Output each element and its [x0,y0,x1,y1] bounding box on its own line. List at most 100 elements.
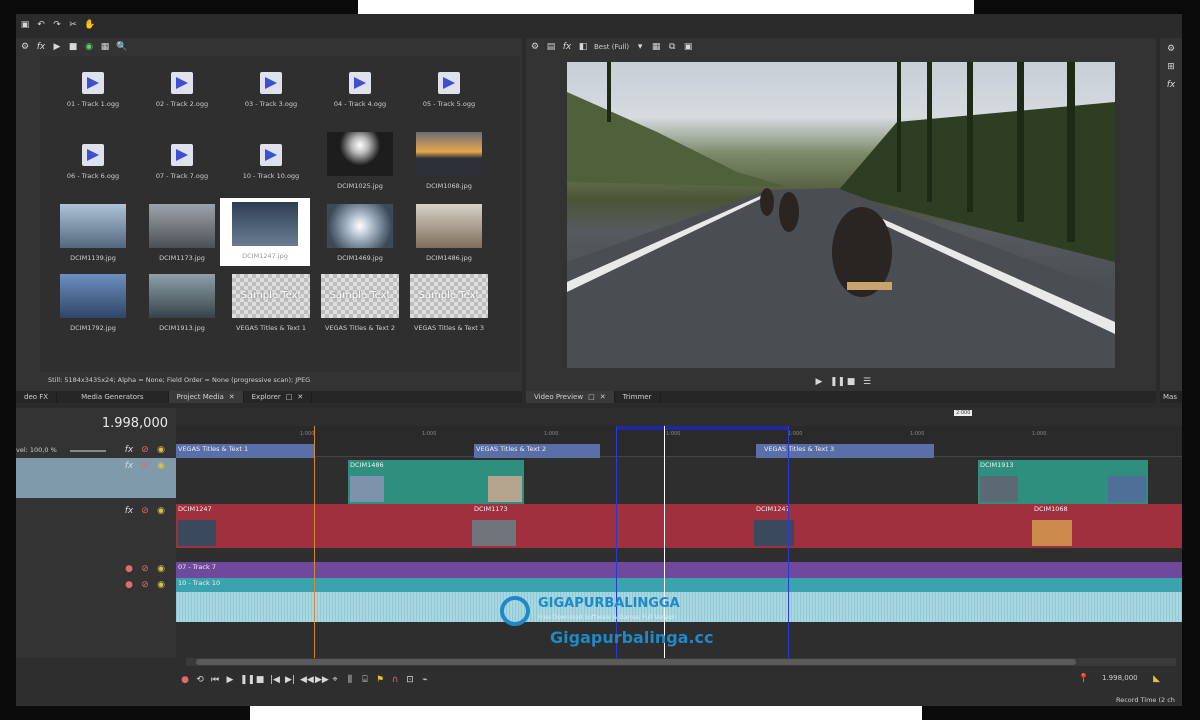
solo-icon[interactable]: ◉ [156,461,166,471]
title-clip[interactable]: VEGAS Titles & Text 2 [474,444,600,458]
grid-icon[interactable]: ▦ [651,42,661,52]
lock-icon[interactable]: ⊡ [405,675,415,685]
tab-explorer[interactable]: Explorer □ ✕ [244,391,313,403]
split-screen-icon[interactable]: ◧ [578,42,588,52]
trim-icon[interactable]: ⌸ [360,675,370,685]
video-clip[interactable]: DCIM1247 [176,504,472,548]
media-item[interactable]: Sample Text VEGAS Titles & Text 2 [315,274,405,332]
media-item[interactable]: 05 - Track 5.ogg [404,72,494,108]
media-item[interactable]: DCIM1486.jpg [404,204,494,262]
prev-frame-icon[interactable]: ◀◀ [300,675,314,685]
solo-icon[interactable]: ◉ [156,445,166,455]
next-frame-icon[interactable]: ▶▶ [315,675,329,685]
close-icon[interactable]: ✕ [600,391,606,403]
media-item[interactable]: Sample Text VEGAS Titles & Text 3 [404,274,494,332]
stop-icon[interactable]: ■ [68,42,78,52]
tab-media-generators[interactable]: Media Generators [57,391,169,403]
pause-icon[interactable]: ❚❚ [240,675,255,685]
media-item[interactable]: Sample Text VEGAS Titles & Text 1 [226,274,316,332]
fx-icon[interactable]: fx [124,445,134,455]
timeline-scrollbar[interactable] [186,658,1176,666]
snap-icon[interactable]: ∩ [390,675,400,685]
tab-master[interactable]: Mas [1160,391,1181,403]
media-item[interactable]: DCIM1913.jpg [137,274,227,332]
envelope-icon[interactable]: ⌁ [420,675,430,685]
play-icon[interactable]: ▶ [814,377,824,387]
settings-icon[interactable]: ⚙ [1166,44,1176,54]
undo-icon[interactable]: ↶ [36,20,46,30]
stop-icon[interactable]: ■ [255,675,265,685]
video-clip[interactable]: DCIM1913 [978,460,1148,504]
mute-icon[interactable]: ⊘ [140,461,150,471]
quality-select[interactable]: Best (Full) [594,43,629,51]
fx-icon[interactable]: fx [124,506,134,516]
audio-clip[interactable]: 07 - Track 7 [176,562,1182,578]
tab-video-fx[interactable]: deo FX [16,391,58,403]
media-item[interactable]: 01 - Track 1.ogg [48,72,138,108]
fx-icon[interactable]: fx [36,42,46,52]
media-item[interactable]: 03 - Track 3.ogg [226,72,316,108]
media-item[interactable]: DCIM1139.jpg [48,204,138,262]
solo-icon[interactable]: ◉ [156,580,166,590]
menu-icon[interactable]: ☰ [862,377,872,387]
play-icon[interactable]: ▶ [225,675,235,685]
mute-icon[interactable]: ⊘ [140,506,150,516]
media-item-selected[interactable]: DCIM1247.jpg [220,198,310,266]
media-item[interactable]: DCIM1792.jpg [48,274,138,332]
edit-tool-icon[interactable]: ⌖ [330,675,340,685]
tab-trimmer[interactable]: Trimmer [615,391,661,403]
mute-icon[interactable]: ⊘ [140,564,150,574]
media-item[interactable]: DCIM1469.jpg [315,204,405,262]
loop-icon[interactable]: ⟲ [195,675,205,685]
split-icon[interactable]: ⫼ [345,675,355,685]
audio-clip[interactable]: 10 - Track 10 [176,578,1182,592]
media-item[interactable]: 04 - Track 4.ogg [315,72,405,108]
close-icon[interactable]: ✕ [297,391,303,403]
mute-icon[interactable]: ⊘ [140,445,150,455]
dock-icon[interactable]: □ [286,391,293,403]
cut-icon[interactable]: ✂ [68,20,78,30]
media-item[interactable]: 02 - Track 2.ogg [137,72,227,108]
fx-icon[interactable]: fx [562,42,572,52]
media-item[interactable]: DCIM1025.jpg [315,132,405,190]
record-icon[interactable]: ● [180,675,190,685]
settings-icon[interactable]: ⚙ [530,42,540,52]
media-item[interactable]: 06 - Track 6.ogg [48,144,138,180]
fx-icon[interactable]: fx [124,461,134,471]
tab-video-preview[interactable]: Video Preview □ ✕ [526,391,615,403]
title-clip[interactable]: VEGAS Titles & Text 1 [176,444,314,458]
level-slider[interactable] [70,450,106,452]
paste-icon[interactable]: ✋ [84,20,95,30]
settings-icon[interactable]: ⚙ [20,42,30,52]
media-item[interactable]: DCIM1068.jpg [404,132,494,190]
loop-region[interactable] [616,426,788,430]
pause-icon[interactable]: ❚❚ [830,377,845,387]
go-to-end-icon[interactable]: ▶| [285,675,295,685]
resize-corner-icon[interactable]: ◣ [1152,674,1162,684]
save-icon[interactable]: ▣ [20,20,30,30]
fx-icon[interactable]: fx [1166,80,1176,90]
view-icon[interactable]: ▦ [100,42,110,52]
dock-icon[interactable]: □ [588,391,595,403]
play-from-start-icon[interactable]: ⏮ [210,675,220,685]
title-clip[interactable]: VEGAS Titles & Text 3 [756,444,934,458]
mic-icon[interactable]: ● [124,564,134,574]
zoom-icon[interactable]: 🔍 [116,42,127,52]
media-item[interactable]: 10 - Track 10.ogg [226,144,316,180]
solo-icon[interactable]: ◉ [156,506,166,516]
tab-project-media[interactable]: Project Media ✕ [168,391,244,403]
video-clip[interactable]: DCIM1486 [348,460,524,504]
video-clip[interactable]: DCIM1173 [472,504,752,548]
marker-icon[interactable]: ⚑ [375,675,385,685]
scroll-thumb[interactable] [196,659,1076,665]
stop-icon[interactable]: ■ [846,377,856,387]
video-clip[interactable]: DCIM1247 [754,504,990,548]
copy-frame-icon[interactable]: ⧉ [667,42,677,52]
save-frame-icon[interactable]: ▣ [683,42,693,52]
autopreview-icon[interactable]: ◉ [84,42,94,52]
play-icon[interactable]: ▶ [52,42,62,52]
media-item[interactable]: DCIM1173.jpg [137,204,227,262]
add-icon[interactable]: ⊞ [1166,62,1176,72]
video-clip[interactable]: DCIM1068 [1032,504,1182,548]
close-icon[interactable]: ✕ [229,391,235,403]
